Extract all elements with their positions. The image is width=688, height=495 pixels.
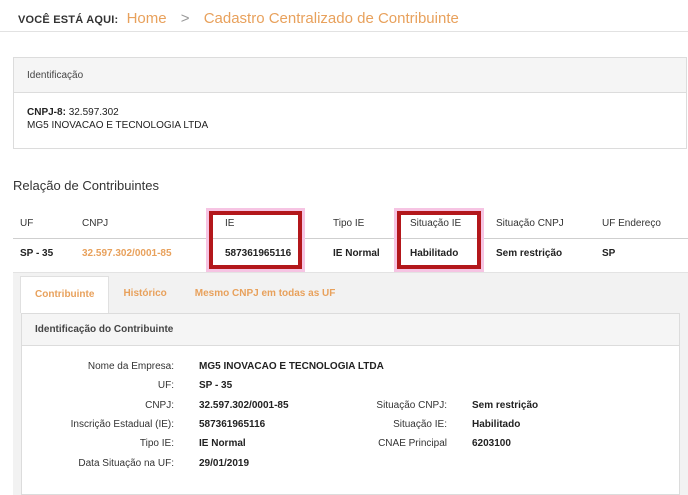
tab-historico[interactable]: Histórico [109,276,180,313]
identification-panel: Identificação CNPJ-8: 32.597.302 MG5 INO… [13,57,687,149]
contributor-identification-header: Identificação do Contribuinte [22,314,679,346]
col-cnpj: CNPJ [75,210,218,239]
field-label: CNAE Principal [378,438,447,449]
identification-header: Identificação [14,58,686,93]
breadcrumb-separator: > [180,10,190,27]
situacao-ie-highlight-box [394,208,484,272]
ie-highlight-box [206,208,305,272]
field-value: 6203100 [472,438,511,449]
col-uf: UF [13,210,75,239]
field-label: Situação CNPJ: [376,400,447,411]
cnpj8-label: CNPJ-8: [27,107,66,118]
field-label: Situação IE: [393,419,447,430]
cnpj8-line: CNPJ-8: 32.597.302 [27,106,686,119]
cnpj8-value: 32.597.302 [68,107,119,118]
field-label: UF: [157,380,174,391]
breadcrumb-lead: VOCÊ ESTÁ AQUI: [18,14,119,26]
contributors-table: UF CNPJ IE Tipo IE Situação IE Situação … [13,210,688,268]
field-uf: UF: [0,380,174,394]
cell-uf: SP - 35 [20,247,54,259]
header-divider [0,31,688,32]
cell-tipo-ie: IE Normal [333,247,380,259]
breadcrumb: VOCÊ ESTÁ AQUI: Home > Cadastro Centrali… [18,10,459,27]
breadcrumb-home-link[interactable]: Home [127,10,167,27]
breadcrumb-current: Cadastro Centralizado de Contribuinte [203,10,459,27]
company-name: MG5 INOVACAO E TECNOLOGIA LTDA [27,120,209,131]
col-situacao-cnpj: Situação CNPJ [489,210,595,239]
cell-situacao-cnpj: Sem restrição [496,247,563,259]
field-situacao-cnpj: Situação CNPJ: [0,400,447,414]
field-data-situacao: Data Situação na UF: [0,458,174,472]
cell-cnpj-link[interactable]: 32.597.302/0001-85 [75,238,218,268]
field-value: Sem restrição [472,400,539,411]
col-uf-endereco: UF Endereço [595,210,688,239]
field-label: Nome da Empresa: [87,361,174,372]
col-tipo-ie: Tipo IE [326,210,403,239]
field-situacao-ie: Situação IE: [0,419,447,433]
field-cnae-principal: CNAE Principal [0,438,447,452]
contributors-title: Relação de Contribuintes [13,178,159,193]
field-value: 29/01/2019 [199,458,250,469]
field-value: Habilitado [472,419,521,430]
cell-uf-endereco: SP [602,247,616,259]
tab-contribuinte[interactable]: Contribuinte [20,276,110,313]
field-nome-empresa: Nome da Empresa: [0,361,174,375]
table-row[interactable]: SP - 35 32.597.302/0001-85 587361965116 … [13,238,688,268]
tab-mesmo-cnpj[interactable]: Mesmo CNPJ em todas as UF [181,276,350,313]
field-label: Data Situação na UF: [78,458,174,469]
field-value: MG5 INOVACAO E TECNOLOGIA LTDA [199,361,384,372]
table-header-row: UF CNPJ IE Tipo IE Situação IE Situação … [13,210,688,239]
field-value: SP - 35 [199,380,233,391]
detail-tabs: Contribuinte Histórico Mesmo CNPJ em tod… [20,276,349,313]
